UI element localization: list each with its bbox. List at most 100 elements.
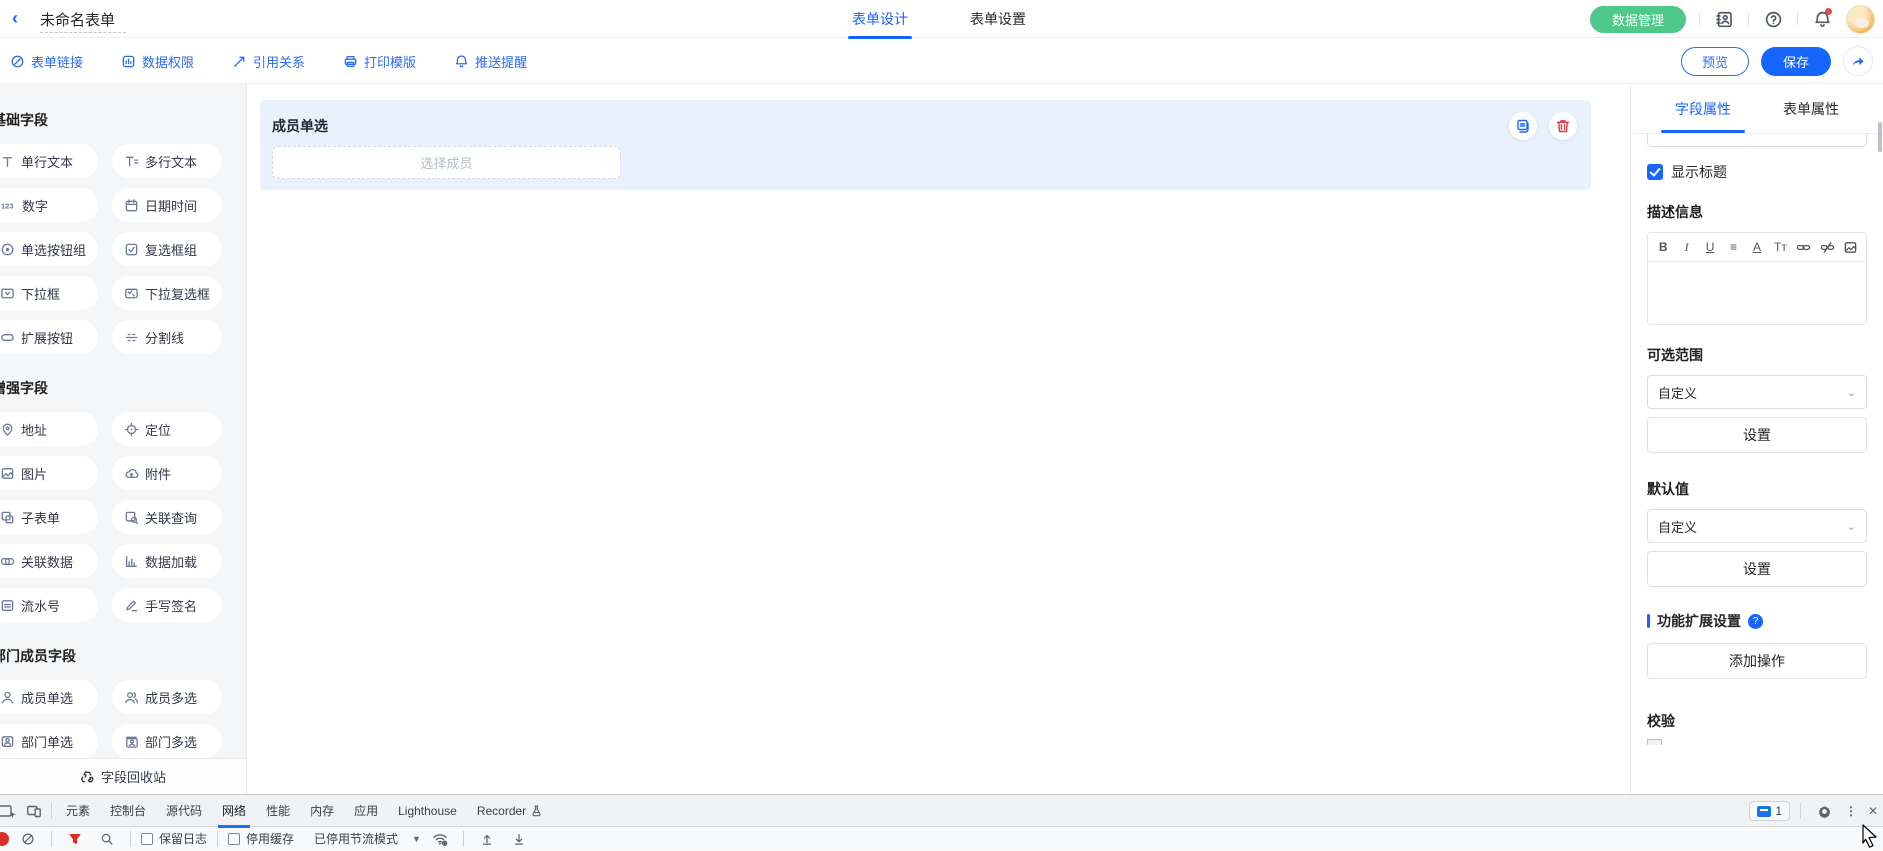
divider bbox=[463, 831, 464, 847]
title-input-partial[interactable] bbox=[1647, 134, 1867, 147]
save-button[interactable]: 保存 bbox=[1761, 47, 1831, 76]
import-har-icon[interactable] bbox=[474, 827, 500, 851]
duplicate-field-button[interactable] bbox=[1509, 112, 1537, 140]
back-chevron-icon[interactable]: ‹ bbox=[12, 8, 18, 29]
description-editor[interactable]: B I U ≡ A Tт bbox=[1647, 232, 1867, 325]
devtools-tab-application[interactable]: 应用 bbox=[344, 795, 388, 827]
field-attachment[interactable]: 附件 bbox=[112, 456, 222, 490]
record-network-button[interactable] bbox=[0, 832, 9, 846]
tab-field-properties[interactable]: 字段属性 bbox=[1669, 85, 1737, 133]
optional-range-settings-button[interactable]: 设置 bbox=[1647, 417, 1867, 453]
devtools-kebab-menu[interactable]: ⋮ bbox=[1843, 799, 1859, 823]
notification-dot bbox=[1825, 8, 1832, 15]
search-icon[interactable] bbox=[94, 827, 120, 851]
field-subform[interactable]: 子表单 bbox=[0, 500, 98, 534]
preview-button[interactable]: 预览 bbox=[1681, 47, 1749, 76]
field-checkbox-group[interactable]: 复选框组 bbox=[112, 232, 222, 266]
field-image[interactable]: 图片 bbox=[0, 456, 98, 490]
share-button[interactable] bbox=[1843, 46, 1873, 76]
bold-button[interactable]: B bbox=[1654, 238, 1672, 256]
align-button[interactable]: ≡ bbox=[1724, 238, 1742, 256]
field-relation-data[interactable]: 关联数据 bbox=[0, 544, 98, 578]
data-manage-button[interactable]: 数据管理 bbox=[1590, 6, 1686, 33]
devtools-close-button[interactable]: ✕ bbox=[1865, 799, 1881, 823]
field-relation-query[interactable]: 关联查询 bbox=[112, 500, 222, 534]
push-reminder-action[interactable]: 推送提醒 bbox=[454, 52, 527, 71]
filter-funnel-icon[interactable] bbox=[62, 827, 88, 851]
field-member-multi[interactable]: 成员多选 bbox=[112, 680, 222, 714]
insert-image-button[interactable] bbox=[1842, 238, 1860, 256]
add-action-button[interactable]: 添加操作 bbox=[1647, 643, 1867, 679]
help-icon[interactable] bbox=[1762, 8, 1784, 30]
contacts-book-icon[interactable] bbox=[1713, 8, 1735, 30]
clear-network-icon[interactable] bbox=[15, 827, 41, 851]
insert-link-button[interactable] bbox=[1795, 238, 1813, 256]
throttling-dropdown[interactable]: 已停用节流模式 ▼ bbox=[314, 830, 421, 847]
show-title-checkbox-row[interactable]: 显示标题 bbox=[1647, 162, 1867, 182]
tab-form-settings[interactable]: 表单设置 bbox=[970, 9, 1026, 29]
default-value-settings-button[interactable]: 设置 bbox=[1647, 551, 1867, 587]
field-dropdown-multi[interactable]: 下拉复选框 bbox=[112, 276, 222, 310]
field-address[interactable]: 地址 bbox=[0, 412, 98, 446]
field-datetime[interactable]: 日期时间 bbox=[112, 188, 222, 222]
issues-counter[interactable]: 1 bbox=[1749, 801, 1790, 821]
data-permission-action[interactable]: 数据权限 bbox=[121, 52, 194, 71]
font-size-button[interactable]: Tт bbox=[1771, 238, 1789, 256]
network-conditions-icon[interactable] bbox=[427, 827, 453, 851]
preserve-log-checkbox[interactable] bbox=[141, 833, 153, 845]
field-location[interactable]: 定位 bbox=[112, 412, 222, 446]
tab-form-properties[interactable]: 表单属性 bbox=[1777, 85, 1845, 133]
select-member-input[interactable]: 选择成员 bbox=[272, 146, 621, 179]
field-serial-number[interactable]: 流水号 bbox=[0, 588, 98, 622]
selected-field-card[interactable]: 成员单选 选择成员 bbox=[260, 100, 1591, 190]
field-recycle-bin[interactable]: 字段回收站 bbox=[0, 758, 246, 794]
default-value-select[interactable]: 自定义⌄ bbox=[1647, 509, 1867, 543]
validation-checkbox-partial[interactable] bbox=[1647, 739, 1662, 745]
image-icon bbox=[1843, 240, 1858, 255]
devtools-settings-gear-icon[interactable] bbox=[1811, 799, 1837, 823]
field-radio-group[interactable]: 单选按钮组 bbox=[0, 232, 98, 266]
delete-field-button[interactable] bbox=[1549, 112, 1577, 140]
field-dropdown[interactable]: 下拉框 bbox=[0, 276, 98, 310]
field-signature[interactable]: 手写签名 bbox=[112, 588, 222, 622]
devtools-tab-memory[interactable]: 内存 bbox=[300, 795, 344, 827]
help-question-icon[interactable]: ? bbox=[1748, 614, 1763, 629]
field-single-line-text[interactable]: 单行文本 bbox=[0, 144, 98, 178]
notification-bell-icon[interactable] bbox=[1811, 8, 1833, 30]
devtools-tab-performance[interactable]: 性能 bbox=[256, 795, 300, 827]
devtools-tab-console[interactable]: 控制台 bbox=[100, 795, 156, 827]
devtools-tab-lighthouse[interactable]: Lighthouse bbox=[388, 795, 467, 827]
devtools-tab-elements[interactable]: 元素 bbox=[56, 795, 100, 827]
underline-button[interactable]: U bbox=[1701, 238, 1719, 256]
export-har-icon[interactable] bbox=[506, 827, 532, 851]
italic-button[interactable]: I bbox=[1677, 238, 1695, 256]
field-dept-single[interactable]: 部门单选 bbox=[0, 724, 98, 758]
font-color-button[interactable]: A bbox=[1748, 238, 1766, 256]
device-toolbar-icon[interactable] bbox=[21, 799, 47, 823]
field-multi-line-text[interactable]: 多行文本 bbox=[112, 144, 222, 178]
description-textarea[interactable] bbox=[1648, 262, 1866, 324]
field-number[interactable]: 数字 bbox=[0, 188, 98, 222]
optional-range-select[interactable]: 自定义⌄ bbox=[1647, 375, 1867, 409]
form-canvas[interactable]: 成员单选 选择成员 bbox=[247, 84, 1630, 794]
field-dept-multi[interactable]: 部门多选 bbox=[112, 724, 222, 758]
devtools-tab-sources[interactable]: 源代码 bbox=[156, 795, 212, 827]
form-link-action[interactable]: 表单链接 bbox=[10, 52, 83, 71]
reference-relation-action[interactable]: 引用关系 bbox=[232, 52, 305, 71]
form-title[interactable]: 未命名表单 bbox=[40, 9, 115, 30]
remove-link-button[interactable] bbox=[1818, 238, 1836, 256]
checked-checkbox-icon[interactable] bbox=[1647, 164, 1663, 180]
print-template-action[interactable]: 打印模版 bbox=[343, 52, 416, 71]
field-extend-button[interactable]: 扩展按钮 bbox=[0, 320, 98, 354]
divider bbox=[1699, 12, 1700, 26]
field-divider-line[interactable]: 分割线 bbox=[112, 320, 222, 354]
devtools-tab-network[interactable]: 网络 bbox=[212, 795, 256, 827]
checkbox-icon bbox=[124, 242, 139, 257]
devtools-tab-recorder[interactable]: Recorder bbox=[467, 795, 553, 827]
inspect-element-icon[interactable] bbox=[0, 799, 21, 823]
field-data-load[interactable]: 数据加载 bbox=[112, 544, 222, 578]
disable-cache-checkbox[interactable] bbox=[228, 833, 240, 845]
avatar[interactable] bbox=[1846, 5, 1875, 34]
field-member-single[interactable]: 成员单选 bbox=[0, 680, 98, 714]
tab-form-design[interactable]: 表单设计 bbox=[852, 9, 908, 29]
